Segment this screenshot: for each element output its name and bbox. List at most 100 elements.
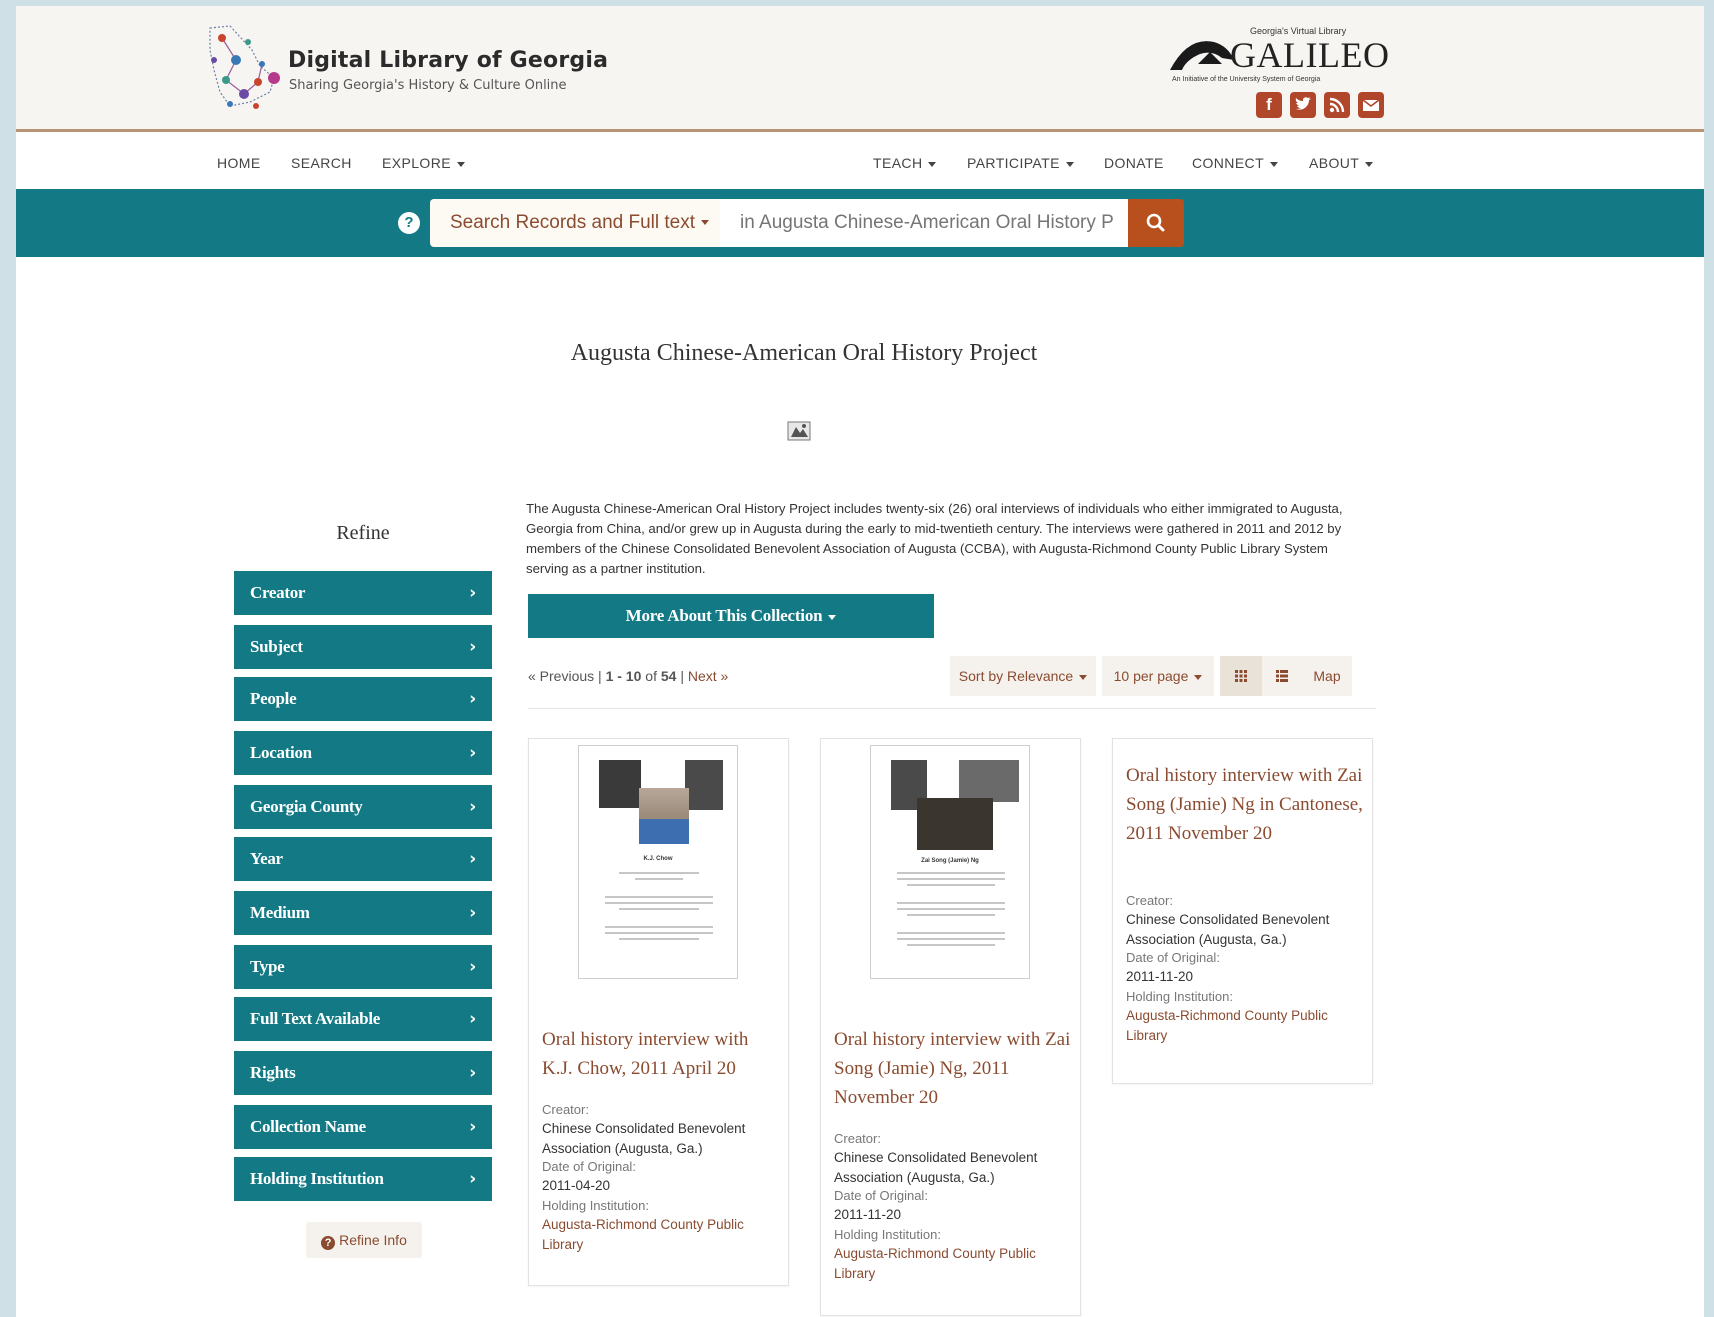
dlg-logo-icon[interactable] [200,20,300,116]
result-card[interactable]: Oral history interview with Zai Song (Ja… [1112,738,1373,1084]
nav-about[interactable]: ABOUT [1309,155,1374,171]
result-card[interactable]: K.J. Chow Oral history interview with K.… [528,738,789,1286]
chevron-down-icon [1194,674,1203,680]
facet-rights[interactable]: Rights › [234,1051,492,1095]
site-title[interactable]: Digital Library of Georgia [288,48,608,73]
nav-explore[interactable]: EXPLORE [382,155,465,171]
search-input[interactable] [720,199,1128,247]
previous-link[interactable]: « Previous [528,668,594,684]
facet-holding-institution[interactable]: Holding Institution › [234,1157,492,1201]
question-circle-icon: ? [321,1236,336,1250]
galileo-logo[interactable]: Georgia's Virtual Library GALILEO An Ini… [1168,20,1398,130]
text-line [605,896,713,898]
date-value: 2011-11-20 [834,1207,902,1222]
facet-year[interactable]: Year › [234,837,492,881]
facet-creator[interactable]: Creator › [234,571,492,615]
date-label: Date of Original: [1126,950,1220,965]
sort-dropdown[interactable]: Sort by Relevance [950,656,1096,696]
pager-separator: | [680,668,688,684]
chevron-right-icon: › [469,1009,476,1029]
galileo-swoosh-icon [1170,41,1234,70]
nav-explore-label: EXPLORE [382,155,451,171]
main-nav: HOME SEARCH EXPLORE TEACH PARTICIPATE DO… [16,135,1704,189]
twitter-icon[interactable] [1290,92,1316,118]
text-line [907,884,995,886]
chevron-right-icon: › [469,743,476,763]
chevron-right-icon: › [469,689,476,709]
next-link[interactable]: Next » [688,668,728,684]
text-line [619,938,699,940]
holding-institution-link[interactable]: Augusta-Richmond County Public Library [1126,1006,1356,1046]
result-thumbnail[interactable]: Zai Song (Jamie) Ng [870,745,1030,979]
search-type-dropdown[interactable]: Search Records and Full text [430,199,720,247]
galileo-wordmark: GALILEO [1230,35,1390,75]
nav-teach-label: TEACH [873,155,923,171]
result-title-link[interactable]: Oral history interview with Zai Song (Ja… [1126,761,1364,848]
collection-logo-icon [787,421,811,441]
per-page-dropdown[interactable]: 10 per page [1102,656,1214,696]
search-type-label: Search Records and Full text [450,212,696,233]
portrait-photo [599,760,641,808]
site-tagline: Sharing Georgia's History & Culture Onli… [289,78,567,93]
more-about-collection-button[interactable]: More About This Collection [528,594,934,638]
pagination: « Previous | 1 - 10 of 54 | Next » [528,668,728,684]
text-line [897,878,1005,880]
facebook-icon[interactable]: f [1256,92,1282,118]
date-value: 2011-04-20 [542,1178,611,1193]
facet-label: Medium [250,903,310,922]
help-icon[interactable]: ? [398,212,420,234]
holding-label: Holding Institution: [1126,989,1233,1004]
nav-search[interactable]: SEARCH [291,155,352,171]
nav-teach[interactable]: TEACH [873,155,937,171]
facet-subject[interactable]: Subject › [234,625,492,669]
chevron-down-icon [1365,161,1374,167]
facet-label: Holding Institution [250,1169,384,1188]
holding-label: Holding Institution: [542,1198,649,1213]
facet-location[interactable]: Location › [234,731,492,775]
facet-type[interactable]: Type › [234,945,492,989]
chevron-right-icon: › [469,1117,476,1137]
chevron-right-icon: › [469,583,476,603]
holding-institution-link[interactable]: Augusta-Richmond County Public Library [542,1215,782,1255]
date-label: Date of Original: [542,1159,636,1174]
facet-georgia-county[interactable]: Georgia County › [234,785,492,829]
text-line [897,932,1005,934]
collection-description: The Augusta Chinese-American Oral Histor… [526,501,1343,576]
refine-info-button[interactable]: ? Refine Info [306,1222,422,1258]
result-title-link[interactable]: Oral history interview with K.J. Chow, 2… [542,1025,782,1083]
facet-collection-name[interactable]: Collection Name › [234,1105,492,1149]
chevron-down-icon [928,161,937,167]
facet-people[interactable]: People › [234,677,492,721]
list-view-button[interactable] [1262,656,1302,696]
email-icon[interactable] [1358,92,1384,118]
chevron-right-icon: › [469,849,476,869]
more-about-label: More About This Collection [625,606,823,625]
facet-medium[interactable]: Medium › [234,891,492,935]
result-range: 1 - 10 [605,668,642,684]
chevron-down-icon [456,161,465,167]
nav-connect[interactable]: CONNECT [1192,155,1279,171]
creator-label: Creator: [1126,893,1173,908]
facet-full-text-available[interactable]: Full Text Available › [234,997,492,1041]
nav-search-label: SEARCH [291,155,352,171]
portrait-photo [917,798,993,850]
gallery-view-button[interactable] [1220,656,1262,696]
result-title-link[interactable]: Oral history interview with Zai Song (Ja… [834,1025,1074,1112]
holding-institution-link[interactable]: Augusta-Richmond County Public Library [834,1244,1074,1284]
thumbnail-caption: Zai Song (Jamie) Ng [921,858,979,864]
result-card[interactable]: Zai Song (Jamie) Ng Oral history intervi… [820,738,1081,1316]
facet-label: Creator [250,583,306,602]
text-line [635,878,683,880]
rss-icon[interactable] [1324,92,1350,118]
text-line [605,926,713,928]
map-view-button[interactable]: Map [1302,656,1352,696]
nav-donate[interactable]: DONATE [1104,155,1164,171]
nav-participate[interactable]: PARTICIPATE [967,155,1074,171]
nav-home[interactable]: HOME [217,155,261,171]
creator-value: Chinese Consolidated Benevolent Associat… [1126,912,1330,947]
search-button[interactable] [1128,199,1184,247]
result-thumbnail[interactable]: K.J. Chow [578,745,738,979]
chevron-right-icon: › [469,1063,476,1083]
refine-info-label: Refine Info [339,1232,407,1248]
creator-label: Creator: [834,1131,881,1146]
